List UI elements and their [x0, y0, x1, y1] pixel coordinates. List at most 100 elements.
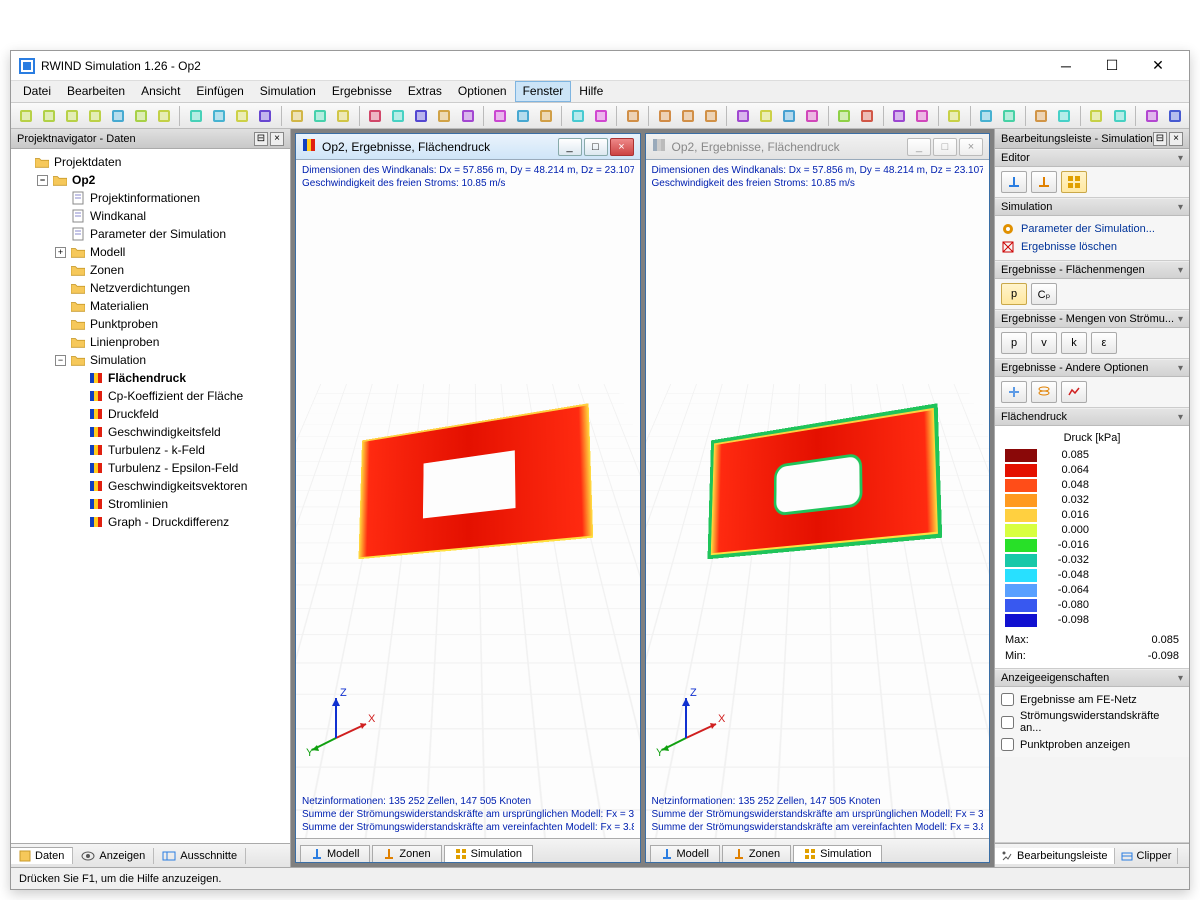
toolbar-line-graph[interactable] — [732, 105, 753, 127]
tree-expand-icon[interactable]: − — [37, 175, 48, 186]
menu-fenster[interactable]: Fenster — [515, 81, 572, 102]
opt-btn-3[interactable] — [1061, 381, 1087, 403]
toolbar-redo[interactable] — [153, 105, 174, 127]
result-btn-p[interactable]: p — [1001, 332, 1027, 354]
toolbar-grid[interactable] — [232, 105, 253, 127]
tree-item[interactable]: Modell — [90, 243, 125, 261]
toolbar-gear-red[interactable] — [333, 105, 354, 127]
result-btn-ε[interactable]: ε — [1091, 332, 1117, 354]
toolbar-layers-1[interactable] — [654, 105, 675, 127]
editor-btn-2[interactable] — [1031, 171, 1057, 193]
toolbar-win-tile[interactable] — [834, 105, 855, 127]
editor-btn-3[interactable] — [1061, 171, 1087, 193]
navigator-close-button[interactable]: × — [270, 132, 284, 146]
tree-item[interactable]: Simulation — [90, 351, 146, 369]
section-header[interactable]: Ergebnisse - Andere Optionen — [1001, 362, 1148, 374]
menu-ansicht[interactable]: Ansicht — [133, 81, 188, 102]
project-tree[interactable]: Projektdaten − Op2 ProjektinformationenWi… — [11, 149, 290, 843]
toolbar-expand[interactable] — [457, 105, 478, 127]
toolbar-wrench[interactable] — [1141, 105, 1162, 127]
mdi-close-button[interactable]: × — [610, 138, 634, 156]
tree-item[interactable]: Flächendruck — [108, 369, 186, 387]
toolbar-highlight[interactable] — [1164, 105, 1185, 127]
view-tab-zonen[interactable]: Zonen — [372, 845, 441, 862]
close-button[interactable]: ✕ — [1135, 52, 1181, 80]
menu-hilfe[interactable]: Hilfe — [571, 81, 611, 102]
checkbox[interactable] — [1001, 716, 1014, 729]
toolbar-box-edges[interactable] — [388, 105, 409, 127]
tree-item[interactable]: Stromlinien — [108, 495, 168, 513]
section-header[interactable]: Simulation — [1001, 201, 1052, 213]
opt-btn-2[interactable] — [1031, 381, 1057, 403]
tree-root-label[interactable]: Projektdaten — [54, 153, 121, 171]
toolbar-clip-dd[interactable] — [912, 105, 933, 127]
toolbar-mesh-cube[interactable] — [185, 105, 206, 127]
toolbar-clip-off[interactable] — [944, 105, 965, 127]
view-tab-modell[interactable]: Modell — [650, 845, 720, 862]
section-header[interactable]: Editor — [1001, 152, 1030, 164]
toolbar-undo[interactable] — [130, 105, 151, 127]
toolbar-arrow-fwd[interactable] — [779, 105, 800, 127]
toolbar-cube-view[interactable] — [567, 105, 588, 127]
tree-item[interactable]: Geschwindigkeitsfeld — [108, 423, 221, 441]
toolbar-print[interactable] — [107, 105, 128, 127]
viewport-2[interactable]: Dimensionen des Windkanals: Dx = 57.856 … — [646, 160, 990, 838]
toolbar-win-cascade[interactable] — [857, 105, 878, 127]
tree-item[interactable]: Druckfeld — [108, 405, 159, 423]
toolbar-color-yellow[interactable] — [1054, 105, 1075, 127]
section-header[interactable]: Flächendruck — [1001, 411, 1067, 423]
navigator-pin-button[interactable]: ⊟ — [254, 132, 268, 146]
maximize-button[interactable]: ☐ — [1089, 52, 1135, 80]
toolbar-gear-yellow[interactable] — [287, 105, 308, 127]
result-btn-v[interactable]: v — [1031, 332, 1057, 354]
sim-clear-link[interactable]: Ergebnisse löschen — [1001, 238, 1183, 256]
result-btn-k[interactable]: k — [1061, 332, 1087, 354]
mdi-titlebar-2[interactable]: Op2, Ergebnisse, Flächendruck _ □ × — [646, 134, 990, 160]
tree-item[interactable]: Projektinformationen — [90, 189, 200, 207]
tree-item[interactable]: Netzverdichtungen — [90, 279, 190, 297]
toolbar-save[interactable] — [61, 105, 82, 127]
mdi-minimize-button[interactable]: _ — [907, 138, 931, 156]
toolbar-save-all[interactable] — [84, 105, 105, 127]
mdi-maximize-button[interactable]: □ — [933, 138, 957, 156]
nav-tab-anzeigen[interactable]: Anzeigen — [73, 848, 154, 864]
sim-params-link[interactable]: Parameter der Simulation... — [1001, 220, 1183, 238]
view-tab-modell[interactable]: Modell — [300, 845, 370, 862]
mdi-close-button[interactable]: × — [959, 138, 983, 156]
toolbar-arrow-right[interactable] — [755, 105, 776, 127]
tree-item[interactable]: Zonen — [90, 261, 124, 279]
toolbar-layers-3[interactable] — [700, 105, 721, 127]
toolbar-settings[interactable] — [999, 105, 1020, 127]
mdi-titlebar-1[interactable]: Op2, Ergebnisse, Flächendruck _ □ × — [296, 134, 640, 160]
right-tab-clipper[interactable]: Clipper — [1115, 848, 1179, 864]
toolbar-rotate-ccw[interactable] — [489, 105, 510, 127]
section-header[interactable]: Anzeigeeigenschaften — [1001, 672, 1109, 684]
menu-ergebnisse[interactable]: Ergebnisse — [324, 81, 400, 102]
nav-tab-daten[interactable]: Daten — [11, 847, 73, 864]
tree-item[interactable]: Cp-Koeffizient der Fläche — [108, 387, 243, 405]
toolbar-mesh-wire[interactable] — [208, 105, 229, 127]
menu-bearbeiten[interactable]: Bearbeiten — [59, 81, 133, 102]
panel-close-button[interactable]: × — [1169, 132, 1183, 146]
viewport-1[interactable]: Dimensionen des Windkanals: Dx = 57.856 … — [296, 160, 640, 838]
tree-project-label[interactable]: Op2 — [72, 171, 95, 189]
tree-item[interactable]: Windkanal — [90, 207, 146, 225]
menu-extras[interactable]: Extras — [400, 81, 450, 102]
checkbox[interactable] — [1001, 693, 1014, 706]
panel-pin-button[interactable]: ⊟ — [1153, 132, 1167, 146]
tree-item[interactable]: Parameter der Simulation — [90, 225, 226, 243]
toolbar-layers-2[interactable] — [677, 105, 698, 127]
view-tab-simulation[interactable]: Simulation — [793, 845, 882, 862]
editor-btn-1[interactable] — [1001, 171, 1027, 193]
result-btn-Cₚ[interactable]: Cₚ — [1031, 283, 1057, 305]
tree-item[interactable]: Punktproben — [90, 315, 158, 333]
toolbar-rotate-cw[interactable] — [512, 105, 533, 127]
section-header[interactable]: Ergebnisse - Mengen von Strömu... — [1001, 313, 1174, 325]
menu-datei[interactable]: Datei — [15, 81, 59, 102]
checkbox[interactable] — [1001, 738, 1014, 751]
tree-item[interactable]: Linienproben — [90, 333, 159, 351]
result-btn-p[interactable]: p — [1001, 283, 1027, 305]
menu-optionen[interactable]: Optionen — [450, 81, 515, 102]
toolbar-help-blue[interactable] — [1109, 105, 1130, 127]
tree-item[interactable]: Turbulenz - Epsilon-Feld — [108, 459, 238, 477]
